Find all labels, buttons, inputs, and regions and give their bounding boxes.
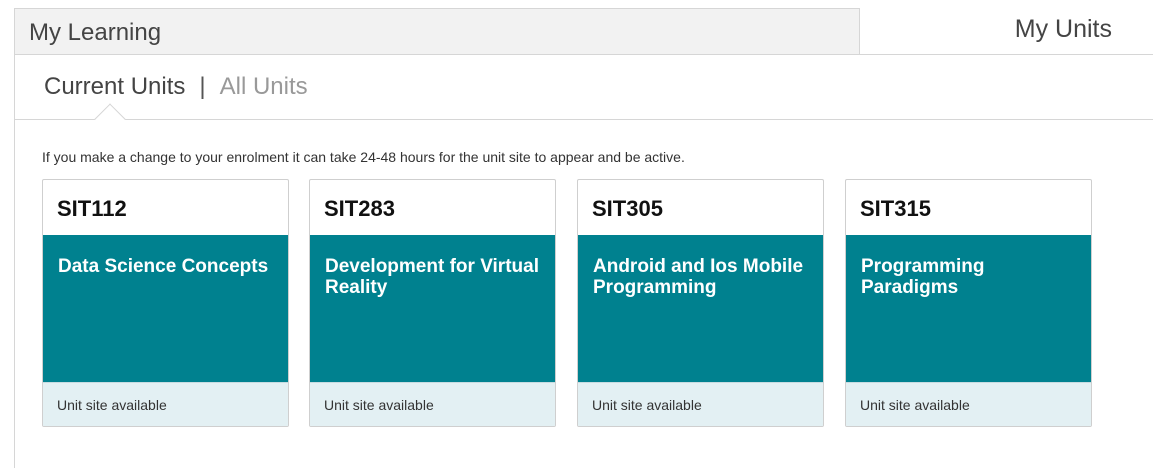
unit-status: Unit site available (310, 382, 555, 426)
unit-name: Data Science Concepts (43, 235, 288, 382)
tab-all-units[interactable]: All Units (220, 73, 308, 101)
unit-card-sit315[interactable]: SIT315 Programming Paradigms Unit site a… (845, 179, 1092, 427)
unit-card-sit112[interactable]: SIT112 Data Science Concepts Unit site a… (42, 179, 289, 427)
unit-tabs: Current Units | All Units (44, 73, 308, 101)
unit-code: SIT305 (592, 196, 663, 221)
active-tab-indicator (94, 103, 126, 135)
unit-status: Unit site available (43, 382, 288, 426)
page-title: My Learning (29, 19, 162, 46)
unit-code: SIT315 (860, 196, 931, 221)
tab-divider (15, 119, 1153, 120)
unit-code: SIT283 (324, 196, 395, 221)
unit-name: Development for Virtual Reality (310, 235, 555, 382)
unit-code: SIT112 (57, 196, 127, 221)
unit-status: Unit site available (578, 382, 823, 426)
tab-separator: | (199, 73, 206, 100)
my-units-title: My Units (1014, 15, 1112, 43)
units-panel: Current Units | All Units If you make a … (14, 54, 1153, 468)
enrolment-notice: If you make a change to your enrolment i… (42, 149, 685, 165)
my-learning-header: My Learning (14, 8, 860, 54)
tab-current-units[interactable]: Current Units (44, 73, 185, 101)
unit-name: Programming Paradigms (846, 235, 1091, 382)
unit-name: Android and Ios Mobile Programming (578, 235, 823, 382)
unit-status: Unit site available (846, 382, 1091, 426)
unit-card-sit283[interactable]: SIT283 Development for Virtual Reality U… (309, 179, 556, 427)
unit-card-sit305[interactable]: SIT305 Android and Ios Mobile Programmin… (577, 179, 824, 427)
